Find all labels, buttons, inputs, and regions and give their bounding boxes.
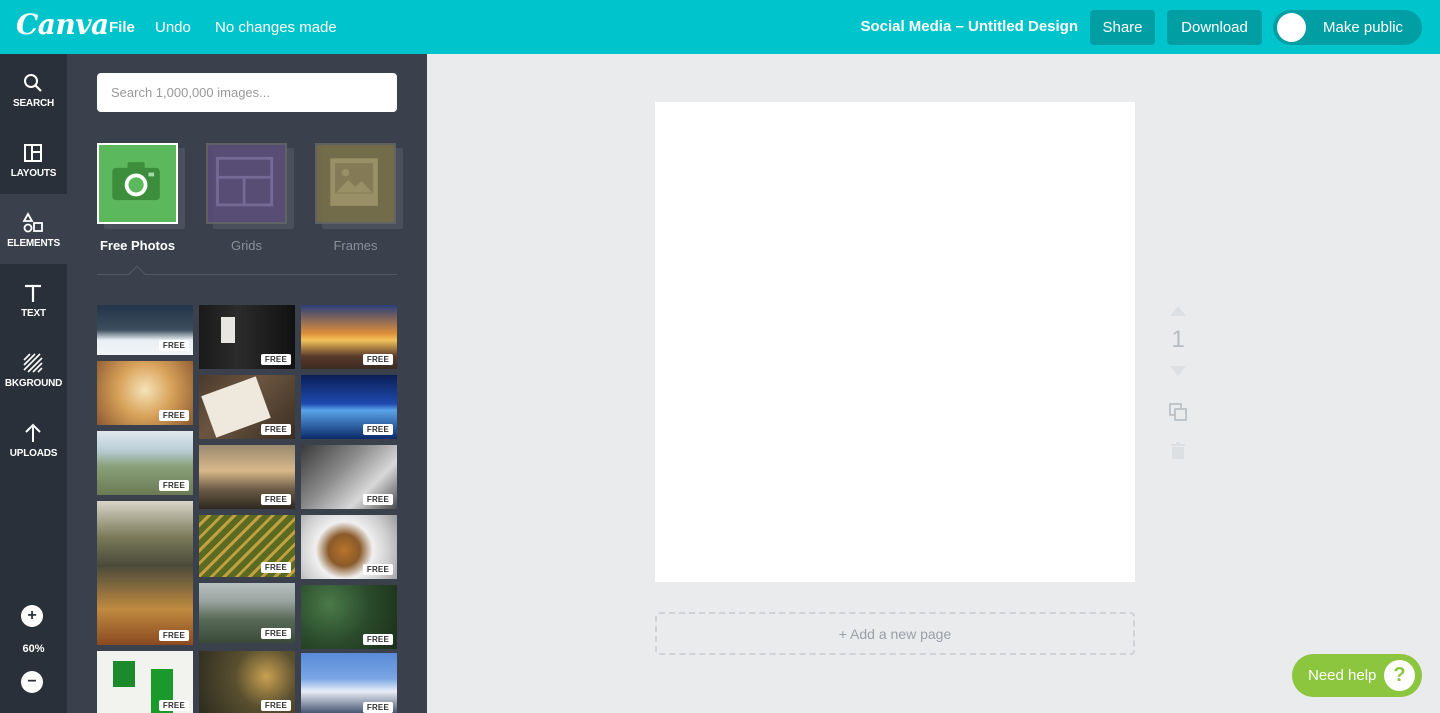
save-status: No changes made: [215, 19, 337, 36]
rail-item-elements[interactable]: ELEMENTS: [0, 194, 67, 264]
grids-card: [206, 143, 287, 224]
background-icon: [23, 353, 43, 373]
zoom-in-button[interactable]: +: [21, 605, 43, 627]
free-badge: FREE: [158, 700, 189, 711]
photo-thumbnail[interactable]: FREE: [301, 515, 397, 579]
photo-thumbnail[interactable]: FREE: [301, 653, 397, 713]
free-photos-card: [97, 143, 178, 224]
search-icon: [24, 74, 42, 92]
rail-item-search[interactable]: SEARCH: [0, 54, 67, 124]
need-help-label: Need help: [1308, 667, 1377, 684]
photo-thumbnail[interactable]: FREE: [97, 305, 193, 355]
design-title[interactable]: Social Media – Untitled Design: [860, 18, 1078, 35]
rail-item-background[interactable]: BKGROUND: [0, 334, 67, 404]
frames-card: [315, 143, 396, 224]
free-badge: FREE: [362, 702, 393, 713]
rail-label: ELEMENTS: [7, 238, 60, 249]
rail-item-uploads[interactable]: UPLOADS: [0, 404, 67, 474]
elements-panel: Free Photos Grids Frames FREE FREE FREE …: [67, 54, 427, 713]
free-badge: FREE: [158, 410, 189, 421]
page-number: 1: [1171, 326, 1185, 353]
category-frames[interactable]: Frames: [315, 143, 407, 258]
photo-thumbnail[interactable]: FREE: [199, 515, 295, 577]
move-page-up-icon[interactable]: [1170, 306, 1186, 316]
toggle-knob: [1277, 13, 1306, 42]
design-page[interactable]: [655, 102, 1135, 582]
photo-thumbnail[interactable]: FREE: [301, 375, 397, 439]
photo-thumbnail[interactable]: FREE: [301, 305, 397, 369]
photo-thumbnail[interactable]: FREE: [97, 361, 193, 425]
uploads-icon: [25, 423, 41, 442]
add-page-button[interactable]: + Add a new page: [655, 612, 1135, 655]
photo-thumbnail[interactable]: FREE: [97, 651, 193, 713]
rail-label: UPLOADS: [9, 448, 58, 459]
text-icon: [25, 284, 41, 302]
photo-detail: [221, 317, 235, 343]
category-label: Frames: [333, 238, 378, 253]
zoom-level: 60%: [22, 643, 45, 655]
photo-thumbnail[interactable]: FREE: [97, 501, 193, 645]
elements-icon: [22, 212, 43, 233]
free-badge: FREE: [362, 354, 393, 365]
delete-page-icon[interactable]: [1170, 442, 1186, 460]
photo-thumbnail[interactable]: FREE: [199, 445, 295, 509]
photo-thumbnail[interactable]: FREE: [97, 431, 193, 495]
left-rail: SEARCH LAYOUTS ELEMENTS TEXT BKGROUND UP…: [0, 54, 67, 713]
download-button[interactable]: Download: [1167, 10, 1262, 45]
image-search-input[interactable]: [97, 73, 397, 112]
duplicate-page-icon[interactable]: [1168, 402, 1188, 422]
free-badge: FREE: [260, 494, 291, 505]
rail-item-layouts[interactable]: LAYOUTS: [0, 124, 67, 194]
share-button[interactable]: Share: [1090, 10, 1155, 45]
free-badge: FREE: [260, 700, 291, 711]
undo-button[interactable]: Undo: [155, 19, 191, 36]
free-badge: FREE: [260, 354, 291, 365]
free-badge: FREE: [362, 564, 393, 575]
category-label: Grids: [230, 238, 263, 253]
free-badge: FREE: [158, 630, 189, 641]
photo-thumbnail[interactable]: FREE: [301, 585, 397, 649]
free-badge: FREE: [158, 340, 189, 351]
free-badge: FREE: [362, 494, 393, 505]
free-badge: FREE: [362, 424, 393, 435]
free-badge: FREE: [158, 480, 189, 491]
make-public-toggle[interactable]: Make public: [1273, 10, 1422, 45]
category-grids[interactable]: Grids: [206, 143, 298, 258]
free-badge: FREE: [260, 424, 291, 435]
free-badge: FREE: [260, 628, 291, 639]
camera-icon: [112, 162, 160, 201]
rail-label: BKGROUND: [4, 378, 63, 389]
photo-thumbnail[interactable]: FREE: [199, 375, 295, 439]
grid-icon: [216, 156, 274, 207]
photo-detail: [113, 661, 135, 687]
layouts-icon: [24, 144, 42, 162]
rail-item-text[interactable]: TEXT: [0, 264, 67, 334]
free-badge: FREE: [362, 634, 393, 645]
photo-thumbnail[interactable]: FREE: [301, 445, 397, 509]
frame-icon: [330, 158, 378, 206]
move-page-down-icon[interactable]: [1170, 366, 1186, 376]
photo-thumbnail[interactable]: FREE: [199, 651, 295, 713]
make-public-label: Make public: [1323, 19, 1404, 36]
category-free-photos[interactable]: Free Photos: [97, 143, 189, 258]
zoom-out-button[interactable]: −: [21, 671, 43, 693]
category-label: Free Photos: [99, 238, 176, 253]
file-menu[interactable]: File: [109, 19, 135, 36]
selected-category-caret: [128, 265, 146, 283]
free-badge: FREE: [260, 562, 291, 573]
top-bar: Canva File Undo No changes made Social M…: [0, 0, 1440, 54]
rail-label: LAYOUTS: [10, 168, 57, 179]
photo-thumbnail[interactable]: FREE: [199, 305, 295, 369]
rail-label: TEXT: [21, 308, 46, 319]
question-icon: ?: [1384, 660, 1415, 691]
need-help-button[interactable]: Need help ?: [1292, 654, 1422, 697]
rail-label: SEARCH: [12, 98, 55, 109]
photo-thumbnail[interactable]: FREE: [199, 583, 295, 643]
canva-logo[interactable]: Canva: [16, 8, 109, 41]
